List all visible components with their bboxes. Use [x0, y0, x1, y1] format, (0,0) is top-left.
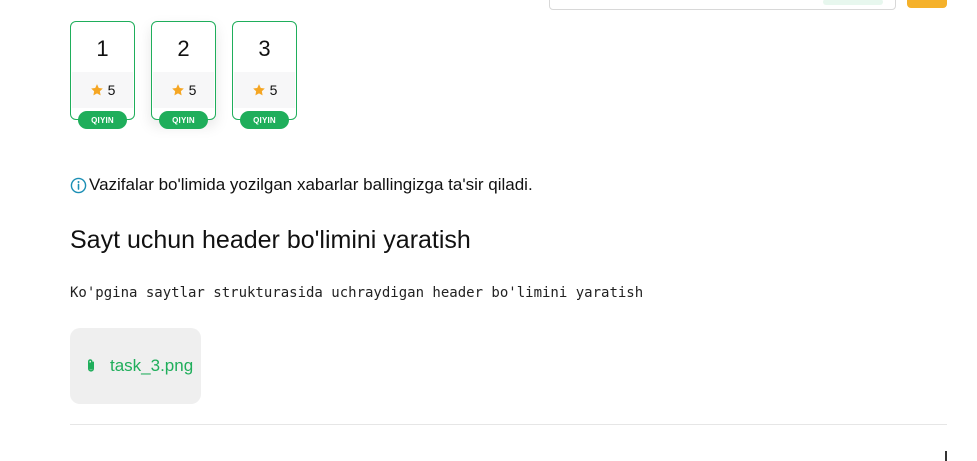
divider	[70, 424, 947, 425]
task-score-row: 5	[153, 72, 214, 108]
paperclip-icon	[88, 359, 94, 372]
task-title: Sayt uchun header bo'limini yaratish	[70, 226, 471, 254]
task-score: 5	[153, 82, 214, 98]
task-number: 2	[177, 36, 190, 61]
task-score-value: 5	[269, 82, 278, 98]
top-input[interactable]	[549, 0, 896, 10]
difficulty-badge: QIYIN	[240, 111, 289, 129]
task-score: 5	[72, 82, 133, 98]
task-cards: 1 5 QIYIN 2 5 QIYIN 3 5 QIYIN	[70, 21, 297, 129]
info-icon	[70, 177, 87, 193]
task-score-value: 5	[107, 82, 116, 98]
notice: Vazifalar bo'limida yozilgan xabarlar ba…	[70, 175, 533, 195]
top-action-button[interactable]	[907, 0, 947, 8]
task-card-2[interactable]: 2 5 QIYIN	[151, 21, 216, 129]
attachment-filename: task_3.png	[110, 356, 194, 375]
task-score-row: 5	[72, 72, 133, 108]
notice-text: Vazifalar bo'limida yozilgan xabarlar ba…	[89, 175, 533, 194]
task-number: 1	[96, 36, 109, 61]
star-icon	[171, 84, 184, 96]
top-input-pill	[823, 0, 883, 5]
task-number: 3	[258, 36, 271, 61]
attachment-file[interactable]: task_3.png	[70, 328, 201, 404]
task-score: 5	[234, 82, 295, 98]
task-card-3[interactable]: 3 5 QIYIN	[232, 21, 297, 129]
task-description: Ko'pgina saytlar strukturasida uchraydig…	[70, 285, 644, 301]
difficulty-badge: QIYIN	[159, 111, 208, 129]
difficulty-badge: QIYIN	[78, 111, 127, 129]
task-score-value: 5	[188, 82, 197, 98]
scrollbar-indicator[interactable]	[945, 451, 947, 461]
star-icon	[90, 84, 103, 96]
task-score-row: 5	[234, 72, 295, 108]
task-card-1[interactable]: 1 5 QIYIN	[70, 21, 135, 129]
star-icon	[252, 84, 265, 96]
